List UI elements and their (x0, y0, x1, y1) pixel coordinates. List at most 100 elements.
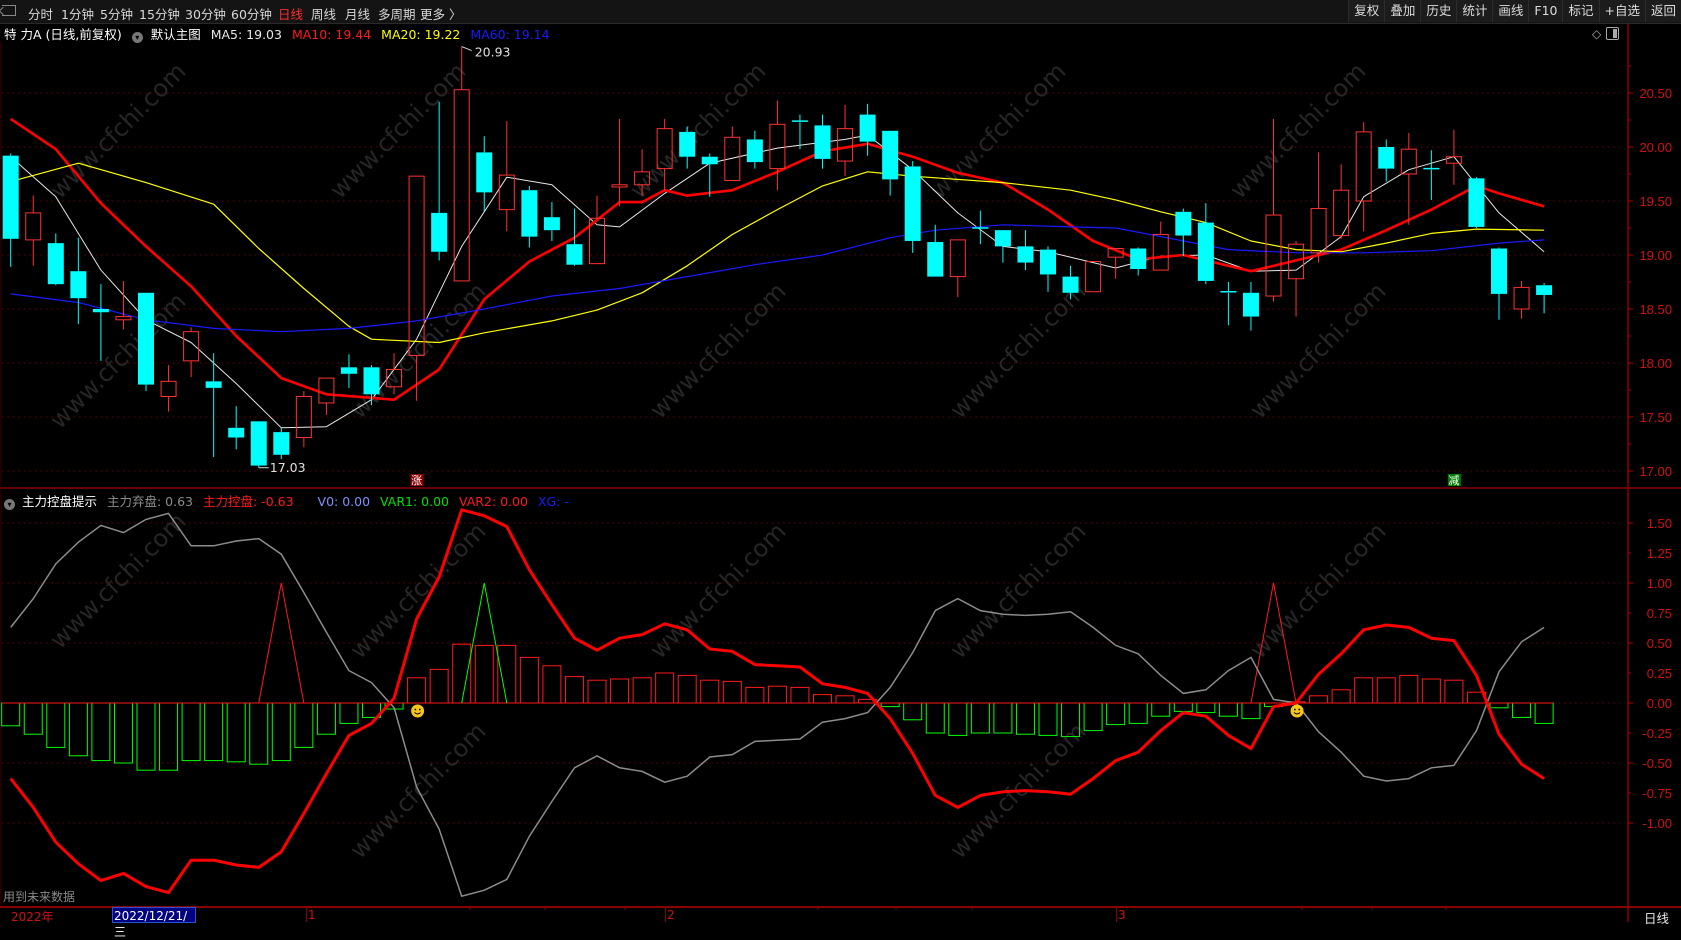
smiley-eye (1293, 708, 1296, 711)
candle (183, 327, 200, 378)
add-watchlist-button[interactable]: +自选 (1598, 0, 1645, 22)
panel-toggle-icon[interactable] (1606, 27, 1620, 40)
negative-bar (1534, 702, 1554, 724)
indicator-tick-label: 1.50 (1647, 516, 1672, 531)
mark-button[interactable]: 标记 (1562, 0, 1599, 22)
tab-60min[interactable]: 60分钟 (231, 4, 272, 23)
chevron-down-icon[interactable]: ▾ (131, 32, 143, 43)
tab-1min[interactable]: 1分钟 (61, 4, 94, 23)
draw-line-button[interactable]: 画线 (1492, 0, 1529, 22)
back-button[interactable]: 返回 (1644, 0, 1681, 22)
candle (1085, 260, 1102, 293)
tab-more[interactable]: 更多 〉 (420, 4, 461, 23)
candle-body-down (566, 244, 583, 265)
toolbar-right-buttons: 复权 叠加 历史 统计 画线 F10 标记 +自选 返回 (1348, 0, 1681, 23)
tab-weekly[interactable]: 周线 (311, 4, 336, 23)
negative-bar (23, 702, 43, 735)
price-tick-label: 18.50 (1639, 302, 1672, 317)
price-tick-label: 18.00 (1639, 356, 1672, 371)
high-price-label: 20.93 (475, 45, 511, 60)
candle (476, 136, 493, 212)
stock-title: 特 力A (日线,前复权) (4, 27, 122, 42)
watermark-text: www.cfchi.com (344, 517, 491, 664)
candle-body-up (1445, 156, 1462, 164)
tab-30min[interactable]: 30分钟 (185, 4, 226, 23)
candle-body-down (228, 427, 245, 438)
adjust-button[interactable]: 复权 (1348, 0, 1385, 22)
tab-monthly[interactable]: 月线 (345, 4, 370, 23)
candle-body-down (250, 421, 267, 466)
tab-daily[interactable]: 日线 (278, 4, 303, 23)
candle (1040, 246, 1056, 292)
positive-bar (1309, 695, 1329, 704)
negative-bar (993, 702, 1013, 734)
negative-bar (1, 702, 21, 727)
candle-body-up (115, 316, 132, 321)
candle (1220, 282, 1237, 326)
candle-body-down (273, 432, 290, 455)
indicator-name[interactable]: 主力控盘提示 (22, 494, 97, 509)
negative-bar (68, 702, 88, 757)
smiley-icon (411, 704, 425, 718)
watermark-text: www.cfchi.com (324, 57, 471, 204)
negative-bar (136, 702, 156, 771)
negative-bar (1173, 702, 1193, 712)
negative-bar (1128, 702, 1148, 724)
candle (1355, 122, 1372, 232)
kline-chart[interactable]: www.cfchi.com www.cfchi.com www.cfchi.com w… (0, 0, 1681, 922)
candle (927, 224, 944, 277)
candle (611, 118, 628, 207)
f10-button[interactable]: F10 (1528, 0, 1563, 22)
candle-body-up (837, 128, 854, 162)
price-tick-label: 17.00 (1639, 464, 1672, 479)
period-label[interactable]: 日线 (1644, 908, 1669, 927)
tab-15min[interactable]: 15分钟 (139, 4, 180, 23)
watermark-text: www.cfchi.com (1244, 277, 1391, 424)
positive-bar (587, 679, 607, 704)
red-signal-spike (258, 582, 305, 704)
overlay-button[interactable]: 叠加 (1384, 0, 1421, 22)
price-tick-label: 19.00 (1639, 248, 1672, 263)
diamond-icon[interactable]: ◇ (1592, 27, 1601, 41)
negative-bar (948, 702, 968, 736)
indicator-tick-label: 0.75 (1647, 606, 1672, 621)
positive-bar (1399, 674, 1419, 704)
smiley-eye (1298, 708, 1301, 711)
candle-body-down (431, 212, 448, 252)
candle (589, 195, 605, 265)
candle-body-down (205, 381, 222, 388)
chart-template-name[interactable]: 默认主图 (151, 27, 201, 42)
indicator-tick-label: -1.00 (1642, 816, 1672, 831)
candle-body-down (1040, 249, 1056, 275)
tab-5min[interactable]: 5分钟 (100, 4, 133, 23)
future-data-note: 用到未来数据 (3, 890, 76, 904)
indicator-tick-label: -0.50 (1642, 756, 1672, 771)
positive-bar (767, 685, 787, 704)
candle-body-up (160, 380, 177, 397)
candle (724, 126, 741, 181)
chevron-down-icon[interactable]: ▾ (4, 499, 15, 510)
negative-bar (1038, 702, 1058, 736)
history-button[interactable]: 历史 (1420, 0, 1457, 22)
negative-bar (181, 702, 201, 762)
candle-body-down (701, 156, 718, 165)
negative-bar (1512, 702, 1532, 718)
high-pointer (461, 46, 472, 52)
positive-bar (1444, 679, 1464, 704)
ma5-value: MA5: 19.03 (210, 27, 282, 42)
candle-body-up (949, 239, 966, 278)
tab-multi-period[interactable]: 多周期 (378, 4, 416, 23)
period-toolbar: 分时 1分钟 5分钟 15分钟 30分钟 60分钟 日线 周线 月线 多周期 更… (0, 0, 1681, 24)
tab-minute[interactable]: 分时 (28, 4, 53, 23)
candle-body-down (1468, 178, 1485, 227)
collapse-icon[interactable] (2, 5, 16, 16)
positive-bar (813, 694, 832, 704)
panel-icons: ◇ (1592, 27, 1620, 41)
statistics-button[interactable]: 统计 (1456, 0, 1493, 22)
negative-bar (1241, 702, 1261, 720)
price-tick-label: 17.50 (1639, 410, 1672, 425)
positive-bar (677, 674, 697, 704)
positive-bar (452, 643, 472, 704)
candle-body-up (25, 212, 42, 241)
candle-body-up (1085, 260, 1102, 293)
